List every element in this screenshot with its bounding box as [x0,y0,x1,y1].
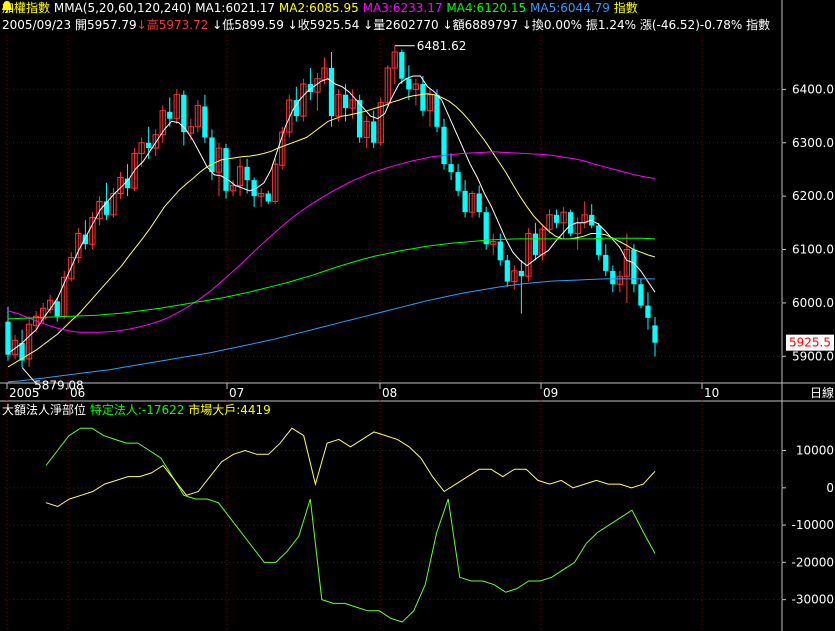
candle-body [652,325,658,343]
candle-body [455,172,461,191]
candle-body [5,321,11,355]
close-value: 收5925.54 [297,18,360,32]
bell-icon[interactable] [0,0,14,14]
candle-body [406,78,412,90]
max-label: 6481.62 [417,39,467,53]
price-header: 加權指數 MMA(5,20,60,120,240) MA1:6021.17 MA… [2,1,638,16]
candle-body [462,190,468,213]
candle-body [420,84,426,111]
candle-body [483,212,489,245]
volume-value: 量2602770 [373,18,439,32]
candle-body [476,193,482,213]
candle-body [209,137,215,173]
position-line-big [45,427,656,508]
candle-body [567,212,574,234]
big-value: 市場大戶:4419 [188,403,271,417]
special-value: 特定法人:-17622 [89,403,185,417]
candle-body [342,94,349,109]
low-value: 低5899.59 [222,18,284,32]
y-tick-label: 0 [826,481,834,495]
down-arrow-icon: ↓ [442,18,453,32]
ma3-value: MA3:6233.17 [362,1,443,15]
y-tick-label: -10000 [791,518,834,532]
down-arrow-icon: ↓ [212,18,223,32]
chart-canvas: 5900.0 6000.0 6100.0 6200.0 6300.0 6400.0 2005… [0,0,835,631]
x-tick-label: 07 [229,386,244,400]
y-tick-label: 6100.0 [792,243,834,257]
candle-body [399,52,405,79]
candle-body [518,270,525,277]
ma5-value: MA5:6044.79 [530,1,610,15]
ma1-value: MA1:6021.17 [195,1,276,15]
x-tick-label: 10 [704,386,719,400]
candle-body [434,94,440,127]
candle-body [202,106,208,138]
x-tick-label: 09 [543,386,558,400]
candle-body [596,225,602,255]
candle-body [497,241,503,261]
ma-line-ma3 [7,151,656,333]
down-arrow-icon: ↓ [287,18,298,32]
down-arrow-icon: ↓ [521,18,532,32]
y-tick-label: -20000 [791,555,834,569]
amplitude-value: 振1.24% [585,18,636,32]
candle-body [54,301,60,317]
ma-line-ma2 [7,93,656,368]
candle-body [504,260,510,282]
ohlc-header: 2005/09/23 開5957.79↓高5973.72 ↓低5899.59 ↓… [2,18,770,33]
candle-body [610,270,616,285]
x-tick-label: 08 [382,386,397,400]
candle-body [441,126,447,165]
candle-body [638,284,644,306]
ma-line-ma5 [7,278,655,383]
candle-body [371,121,377,143]
lower-header: 大額法人淨部位 特定法人:-17622 市場大戶:4419 [2,403,271,418]
x-axis-title: 日線 [810,385,834,400]
lower-title: 大額法人淨部位 [2,403,87,417]
candle-body [603,254,609,271]
high-value: 高5973.72 [146,18,209,32]
mma-label: MMA(5,20,60,120,240) [53,1,192,15]
chart-title-2: 指數 [746,18,771,32]
chart-stage: 5900.0 6000.0 6100.0 6200.0 6300.0 6400.0 2005… [0,0,835,631]
candle-body [265,193,271,202]
candle-body [448,164,454,173]
candle-body [103,201,110,215]
candle-body [223,148,229,191]
ma-line-ma4 [7,237,656,320]
y-tick-label: 10000 [796,444,834,458]
ma4-value: MA4:6120.15 [446,1,527,15]
candle-body [328,68,335,117]
candle-body [82,234,88,245]
down-arrow-icon: ↓ [363,18,374,32]
y-tick-label: 6000.0 [792,296,834,310]
candle-body [146,142,152,149]
y-tick-label: 6300.0 [792,136,834,150]
candle-body [553,214,560,223]
down-arrow-icon: ↓ [136,18,147,32]
ma2-value: MA2:6085.95 [278,1,359,15]
candle-body [181,94,187,133]
y-tick-label: -30000 [791,593,834,607]
chart-title: 指數 [613,1,638,15]
y-tick-label: 6200.0 [792,189,834,203]
last-price-label: 5925.5 [789,336,831,350]
amount-value: 額6889797 [452,18,519,32]
min-label: 5879.08 [34,378,84,392]
candle-body [167,111,173,119]
open-value: 開5957.79 [75,18,137,32]
y-tick-label: 5900.0 [792,349,834,363]
y-tick-label: 6400.0 [792,82,834,96]
candle-body [244,166,250,181]
candle-body [532,233,539,255]
candle-body [645,305,651,318]
change-value: 漲(-46.52)-0.78% [639,18,743,32]
turnover-value: 換0.00% [531,18,583,32]
bar-date: 2005/09/23 [2,18,72,32]
